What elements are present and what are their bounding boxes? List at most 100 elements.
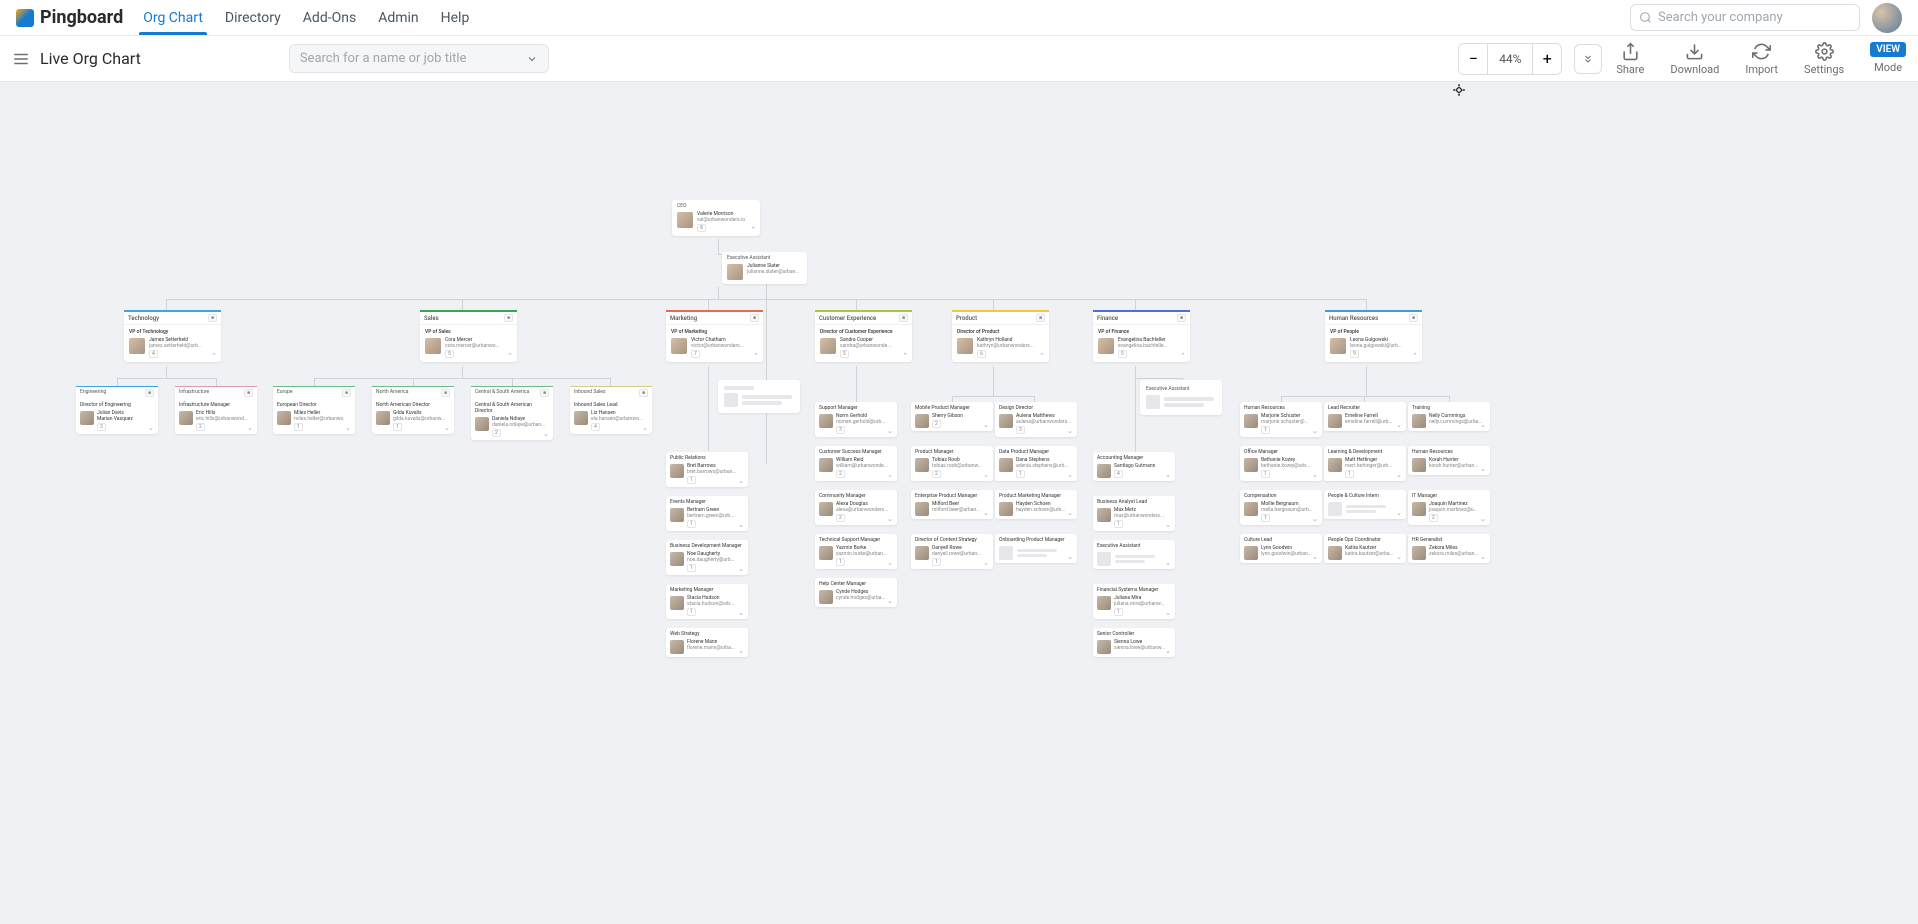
chevron-down-icon[interactable]: ⌄ — [1165, 647, 1171, 655]
nav-admin[interactable]: Admin — [378, 1, 418, 35]
search-orgchart-input[interactable]: Search for a name or job title — [289, 44, 549, 73]
sub-node[interactable]: Enterprise Product Manager Milford Beer … — [911, 490, 993, 519]
chevron-down-icon[interactable]: ⌄ — [983, 509, 989, 517]
chevron-down-icon[interactable]: ⌄ — [983, 559, 989, 567]
nav-addons[interactable]: Add-Ons — [303, 1, 356, 35]
dept-node-sales[interactable]: Sales■ VP of Sales Cora Mercer cora.merc… — [420, 310, 517, 362]
sub-node[interactable]: Design Director Aulena Matthews aulena@u… — [995, 402, 1077, 437]
node-exec-assistant[interactable]: Executive Assistant Julianne Slater juli… — [722, 252, 807, 284]
sub-node[interactable]: Culture Lead Lynn Goodwin lynn.goodwin@u… — [1240, 534, 1322, 563]
chevron-down-icon[interactable]: ⌄ — [1312, 553, 1318, 561]
sub-node[interactable]: Training Nelly Cummings nelly.cummings@u… — [1408, 402, 1490, 431]
sub-node[interactable]: Product Manager Tobias Roob tobias.roob@… — [911, 446, 993, 481]
dept-node-cx[interactable]: Customer Experience■ Director of Custome… — [815, 310, 912, 362]
chevron-down-icon[interactable]: ⌄ — [1480, 553, 1486, 561]
mode-button[interactable]: VIEW Mode — [1870, 42, 1906, 74]
sub-node[interactable]: Engineering■ Director of Engineering Jul… — [76, 386, 158, 434]
user-avatar[interactable] — [1872, 3, 1902, 33]
chevron-up-icon[interactable]: ⌃ — [1039, 352, 1045, 360]
placeholder-card[interactable] — [718, 380, 800, 413]
sub-node[interactable]: Web Strategy Florene Mann florene.mann@u… — [666, 628, 748, 657]
chevron-down-icon[interactable]: ⌄ — [1067, 553, 1073, 561]
sub-node[interactable]: Mobile Product Manager Sherry Gibson 2 ⌄ — [911, 402, 993, 431]
menu-icon[interactable] — [12, 50, 30, 68]
chevron-down-icon[interactable]: ⌄ — [738, 477, 744, 485]
chevron-down-icon[interactable]: ⌄ — [345, 424, 351, 432]
chevron-down-icon[interactable]: ⌄ — [738, 609, 744, 617]
placeholder-finance-ea[interactable]: Executive Assistant — [1140, 380, 1222, 415]
sub-node[interactable]: Human Resources Marjorie Schuster marjor… — [1240, 402, 1322, 437]
download-button[interactable]: Download — [1670, 42, 1719, 76]
settings-button[interactable]: Settings — [1804, 42, 1844, 76]
sub-node[interactable]: Inbound Sales■ Inbound Sales Lead Liz Ha… — [570, 386, 652, 434]
chevron-down-icon[interactable]: ⌄ — [738, 647, 744, 655]
chevron-up-icon[interactable]: ⌃ — [1180, 352, 1186, 360]
chevron-down-icon[interactable]: ⌄ — [1396, 471, 1402, 479]
sub-node[interactable]: Help Center Manager Cynde Hodges cynde.h… — [815, 578, 897, 607]
sub-node[interactable]: Infrastructure■ Infrastructure Manager E… — [175, 386, 257, 434]
chevron-down-icon[interactable]: ⌄ — [1165, 521, 1171, 529]
sub-node[interactable]: Technical Support Manager Yazmin Burke y… — [815, 534, 897, 569]
chevron-down-icon[interactable]: ⌄ — [543, 430, 549, 438]
sub-node[interactable]: Business Analyst Lead Max Metz max@urban… — [1093, 496, 1175, 531]
sub-node[interactable]: Product Marketing Manager Hayden Schoen … — [995, 490, 1077, 519]
chevron-down-icon[interactable]: ⌄ — [1165, 559, 1171, 567]
chevron-up-icon[interactable]: ⌃ — [507, 352, 513, 360]
sub-node[interactable]: Central & South America■ Central & South… — [471, 386, 553, 440]
chevron-down-icon[interactable]: ⌄ — [444, 424, 450, 432]
chevron-down-icon[interactable]: ⌄ — [1067, 427, 1073, 435]
sub-node[interactable]: People & Culture Intern⌄ — [1324, 490, 1406, 519]
sub-node[interactable]: Lead Recruiter Emeline Farrell emeline.f… — [1324, 402, 1406, 431]
sub-node[interactable]: Marketing Manager Stacia Hudson stacia.h… — [666, 584, 748, 619]
sub-node[interactable]: Human Resources Korah Hunter korah.hunte… — [1408, 446, 1490, 475]
chevron-down-icon[interactable]: ⌄ — [887, 471, 893, 479]
chevron-down-icon[interactable]: ⌄ — [1396, 553, 1402, 561]
chevron-down-icon[interactable]: ⌄ — [983, 421, 989, 429]
chevron-down-icon[interactable]: ⌄ — [887, 427, 893, 435]
chevron-down-icon[interactable]: ⌄ — [1165, 471, 1171, 479]
chevron-up-icon[interactable]: ⌃ — [211, 352, 217, 360]
sub-node[interactable]: North America■ North American Director G… — [372, 386, 454, 434]
sub-node[interactable]: Financial Systems Manager Juliana Mira j… — [1093, 584, 1175, 619]
dept-node-technology[interactable]: Technology■ VP of Technology James Sette… — [124, 310, 221, 362]
chevron-down-icon[interactable]: ⌄ — [1480, 465, 1486, 473]
chevron-down-icon[interactable]: ⌄ — [1165, 609, 1171, 617]
chevron-down-icon[interactable]: ⌄ — [887, 597, 893, 605]
share-button[interactable]: Share — [1616, 42, 1644, 76]
nav-help[interactable]: Help — [441, 1, 470, 35]
sub-node[interactable]: Support Manager Norm Gerhold nomen.gerho… — [815, 402, 897, 437]
sub-node[interactable]: IT Manager Joaquin Martinez joaquin.mart… — [1408, 490, 1490, 525]
chevron-down-icon[interactable]: ⌄ — [1067, 509, 1073, 517]
app-logo[interactable]: Pingboard — [16, 7, 123, 28]
sub-node[interactable]: Accounting Manager Santiago Gutmann 4 ⌄ — [1093, 452, 1175, 481]
sub-node[interactable]: Office Manager Bethanie Kozey bethanie.k… — [1240, 446, 1322, 481]
dept-node-product[interactable]: Product■ Director of Product Kathryn Hol… — [952, 310, 1049, 362]
sub-node[interactable]: Executive Assistant⌄ — [1093, 540, 1175, 569]
chevron-up-icon[interactable]: ⌃ — [750, 226, 756, 234]
chevron-up-icon[interactable]: ⌃ — [753, 352, 759, 360]
chevron-down-icon[interactable]: ⌄ — [1480, 515, 1486, 523]
sub-node[interactable]: Senior Controller Sienna Lowe sienna.low… — [1093, 628, 1175, 657]
sub-node[interactable]: Director of Content Strategy Danyell Row… — [911, 534, 993, 569]
expand-all-button[interactable] — [1574, 44, 1602, 74]
dept-node-hr[interactable]: Human Resources■ VP of People Leona Gulg… — [1325, 310, 1422, 362]
dept-node-finance[interactable]: Finance■ VP of Finance Evangelina Bachfe… — [1093, 310, 1190, 362]
chevron-down-icon[interactable]: ⌄ — [887, 559, 893, 567]
sub-node[interactable]: Data Product Manager Dana Stephens adeni… — [995, 446, 1077, 481]
chevron-down-icon[interactable]: ⌄ — [1480, 421, 1486, 429]
dept-node-marketing[interactable]: Marketing■ VP of Marketing Victor Chatha… — [666, 310, 763, 362]
chevron-down-icon[interactable]: ⌄ — [1312, 471, 1318, 479]
sub-node[interactable]: Public Relations Bret Barrows bret.barro… — [666, 452, 748, 487]
sub-node[interactable]: Community Manager Alexa Douglas alexa@ur… — [815, 490, 897, 525]
sub-node[interactable]: Business Development Manager Noe Daugher… — [666, 540, 748, 575]
chevron-down-icon[interactable]: ⌄ — [1312, 427, 1318, 435]
chevron-up-icon[interactable]: ⌃ — [1412, 352, 1418, 360]
sub-node[interactable]: People Ops Coordinator Katira Kautzer ka… — [1324, 534, 1406, 563]
import-button[interactable]: Import — [1745, 42, 1778, 76]
chevron-down-icon[interactable]: ⌄ — [738, 565, 744, 573]
sub-node[interactable]: Compensation Mollie Bergnaum mella.bergn… — [1240, 490, 1322, 525]
sub-node[interactable]: Customer Success Manager William Reid wi… — [815, 446, 897, 481]
chevron-down-icon[interactable]: ⌄ — [738, 521, 744, 529]
sub-node[interactable]: Onboarding Product Manager⌄ — [995, 534, 1077, 563]
chevron-down-icon[interactable]: ⌄ — [1396, 509, 1402, 517]
